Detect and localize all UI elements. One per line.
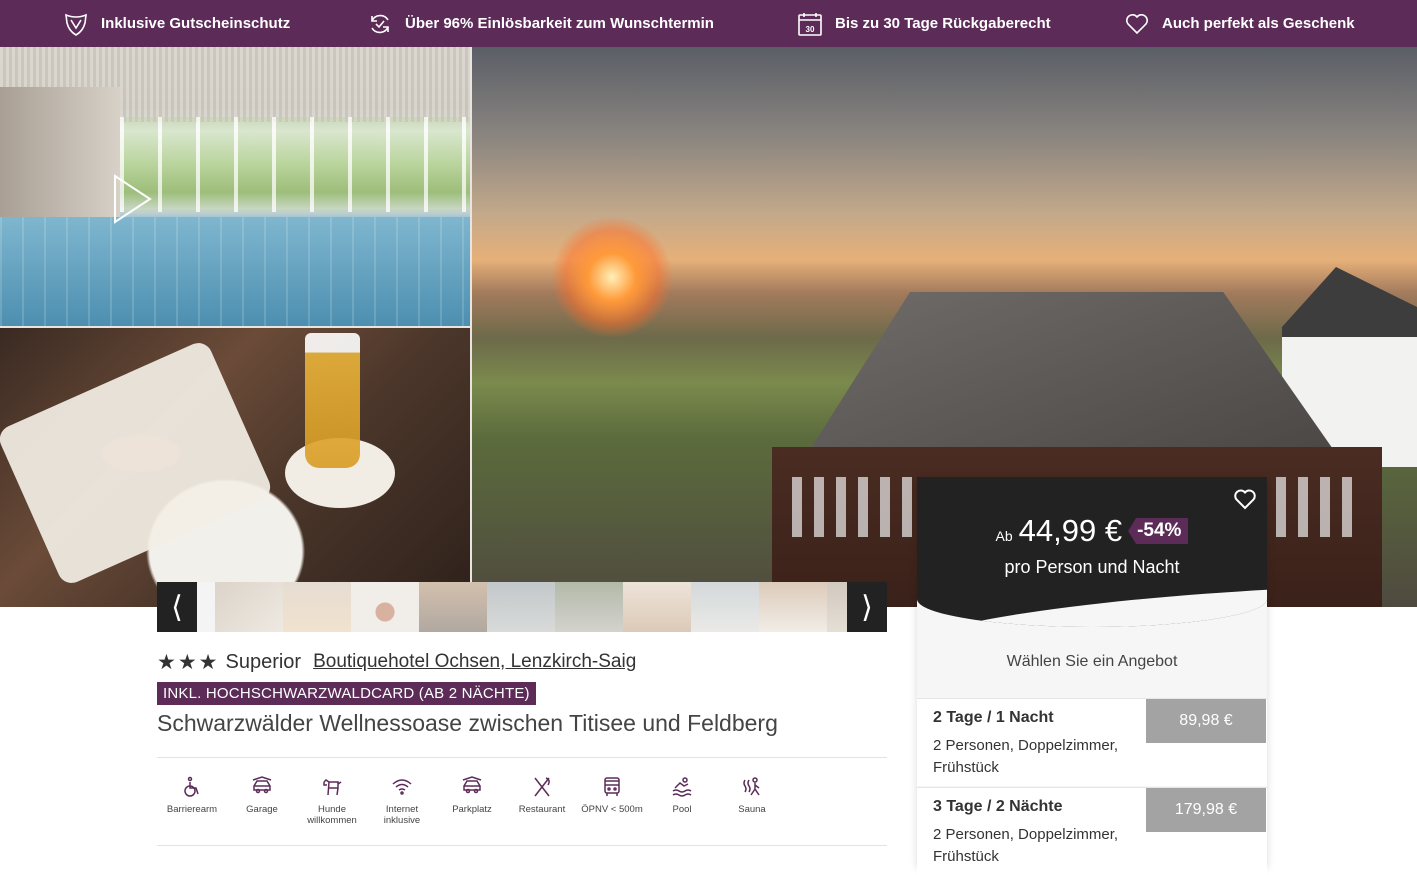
offer-description: 2 Personen, Doppelzimmer, Frühstück bbox=[933, 826, 1119, 865]
gallery-prev-button[interactable]: ⟨ bbox=[157, 582, 197, 632]
offer-price-button[interactable]: 179,98 € bbox=[1146, 788, 1266, 832]
wheelchair-icon bbox=[184, 776, 199, 797]
thumbnail[interactable] bbox=[419, 582, 487, 632]
divider bbox=[157, 845, 887, 846]
gallery-image-food[interactable] bbox=[0, 328, 470, 607]
amenity-restaurant: Restaurant bbox=[507, 774, 577, 815]
thumbnail[interactable] bbox=[351, 582, 419, 632]
shield-icon bbox=[65, 13, 87, 36]
hotel-info: ★ ★ ★ Superior Boutiquehotel Ochsen, Len… bbox=[157, 647, 887, 737]
star-icon: ★ bbox=[198, 649, 218, 674]
thumbnail-strip bbox=[157, 582, 887, 632]
amenity-internet: Internet inklusive bbox=[367, 774, 437, 826]
thumbnail[interactable] bbox=[215, 582, 283, 632]
star-icon: ★ bbox=[157, 649, 176, 674]
amenity-label: ÖPNV < 500m bbox=[581, 804, 643, 815]
amenity-label: Internet inklusive bbox=[383, 804, 421, 826]
food-board bbox=[0, 338, 275, 588]
amenity-pool: Pool bbox=[647, 774, 717, 815]
amenity-label: Barrierearm bbox=[166, 804, 218, 815]
heart-icon bbox=[1126, 13, 1148, 34]
thumbnail[interactable] bbox=[283, 582, 351, 632]
pool-icon bbox=[672, 777, 692, 797]
thumbnail[interactable] bbox=[759, 582, 827, 632]
amenity-label: Restaurant bbox=[518, 804, 566, 815]
amenity-label: Sauna bbox=[738, 804, 766, 815]
amenity-barrierearm: Barrierearm bbox=[157, 774, 227, 815]
amenity-garage: Garage bbox=[227, 774, 297, 815]
amenity-label: Garage bbox=[246, 804, 278, 815]
amenity-label: Hunde willkommen bbox=[307, 804, 357, 826]
pool-water bbox=[0, 217, 470, 326]
car-icon bbox=[252, 776, 272, 794]
thumbnail[interactable] bbox=[487, 582, 555, 632]
benefit-label: Inklusive Gutscheinschutz bbox=[101, 15, 291, 32]
price-unit: pro Person und Nacht bbox=[1004, 557, 1180, 577]
amenity-sauna: Sauna bbox=[717, 774, 787, 815]
heart-icon bbox=[1234, 489, 1256, 510]
price-header bbox=[917, 477, 1267, 627]
amenities-list: Barrierearm Garage Hunde willkommen Inte… bbox=[157, 774, 887, 834]
amenity-parkplatz: Parkplatz bbox=[437, 774, 507, 815]
offer-description: 2 Personen, Doppelzimmer, Frühstück bbox=[933, 737, 1119, 776]
amenity-label: Pool bbox=[672, 804, 692, 815]
hotel-roof bbox=[802, 292, 1342, 462]
benefit-label: Auch perfekt als Geschenk bbox=[1162, 15, 1355, 32]
pool-windows bbox=[120, 117, 470, 212]
offer-option[interactable]: 3 Tage / 2 Nächte 2 Personen, Doppelzimm… bbox=[917, 787, 1267, 875]
benefit-return-policy: 30 Bis zu 30 Tage Rückgaberecht bbox=[797, 0, 1051, 47]
price-row: Ab 44,99 € -54% bbox=[917, 513, 1267, 549]
thumbnail[interactable] bbox=[555, 582, 623, 632]
benefit-label: Über 96% Einlösbarkeit zum Wunschtermin bbox=[405, 15, 714, 32]
dog-icon bbox=[323, 779, 342, 796]
thumbnail[interactable] bbox=[691, 582, 759, 632]
hotel-category: Superior bbox=[225, 650, 302, 673]
chevron-left-icon: ⟨ bbox=[171, 589, 183, 625]
cutlery-icon bbox=[534, 777, 550, 797]
offer-option[interactable]: 2 Tage / 1 Nacht 2 Personen, Doppelzimme… bbox=[917, 698, 1267, 786]
gallery-next-button[interactable]: ⟩ bbox=[847, 582, 887, 632]
discount-badge: -54% bbox=[1128, 518, 1189, 544]
star-icon: ★ bbox=[177, 649, 197, 674]
choose-offer-label: Wählen Sie ein Angebot bbox=[1006, 653, 1178, 670]
offer-price-button[interactable]: 89,98 € bbox=[1146, 699, 1266, 743]
wifi-icon bbox=[392, 779, 412, 795]
calendar-icon: 30 bbox=[798, 12, 822, 36]
offer-headline: Schwarzwälder Wellnessoase zwischen Titi… bbox=[157, 710, 778, 736]
hochschwarzwaldcard-badge: INKL. HOCHSCHWARZWALDCARD (AB 2 NÄCHTE) bbox=[157, 682, 536, 705]
sunset-glow bbox=[552, 217, 672, 337]
svg-text:30: 30 bbox=[806, 25, 815, 34]
thumbnail[interactable] bbox=[623, 582, 691, 632]
pool-wall bbox=[0, 87, 120, 237]
car-icon bbox=[462, 776, 482, 794]
chevron-right-icon: ⟩ bbox=[861, 589, 873, 625]
price-card: Ab 44,99 € -54% pro Person und Nacht Wähle… bbox=[917, 477, 1267, 875]
hotel-rating-line: ★ ★ ★ Superior Boutiquehotel Ochsen, Len… bbox=[157, 647, 887, 677]
price-value: 44,99 € bbox=[1018, 513, 1123, 548]
gallery-image-pool-video[interactable] bbox=[0, 47, 470, 326]
beer-glass bbox=[305, 333, 360, 468]
offer-title: 3 Tage / 2 Nächte bbox=[933, 798, 1063, 815]
benefit-voucher-protection: Inklusive Gutscheinschutz bbox=[63, 0, 290, 47]
hotel-name-link[interactable]: Boutiquehotel Ochsen, Lenzkirch-Saig bbox=[313, 651, 636, 673]
price-prefix: Ab bbox=[995, 528, 1013, 544]
amenity-label: Parkplatz bbox=[452, 804, 492, 815]
benefits-bar: Inklusive Gutscheinschutz Über 96% Einlö… bbox=[0, 0, 1417, 47]
amenity-hunde: Hunde willkommen bbox=[297, 774, 367, 826]
benefit-gift: Auch perfekt als Geschenk bbox=[1124, 0, 1355, 47]
benefit-redeemability: Über 96% Einlösbarkeit zum Wunschtermin bbox=[367, 0, 714, 47]
refresh-check-icon bbox=[371, 14, 389, 33]
play-icon[interactable] bbox=[112, 173, 154, 225]
wishlist-button[interactable] bbox=[1233, 487, 1257, 511]
amenity-oepnv: ÖPNV < 500m bbox=[577, 774, 647, 815]
bus-icon bbox=[604, 777, 620, 796]
benefit-label: Bis zu 30 Tage Rückgaberecht bbox=[835, 15, 1051, 32]
offer-title: 2 Tage / 1 Nacht bbox=[933, 709, 1054, 726]
sauna-icon bbox=[743, 777, 760, 796]
divider bbox=[157, 757, 887, 758]
